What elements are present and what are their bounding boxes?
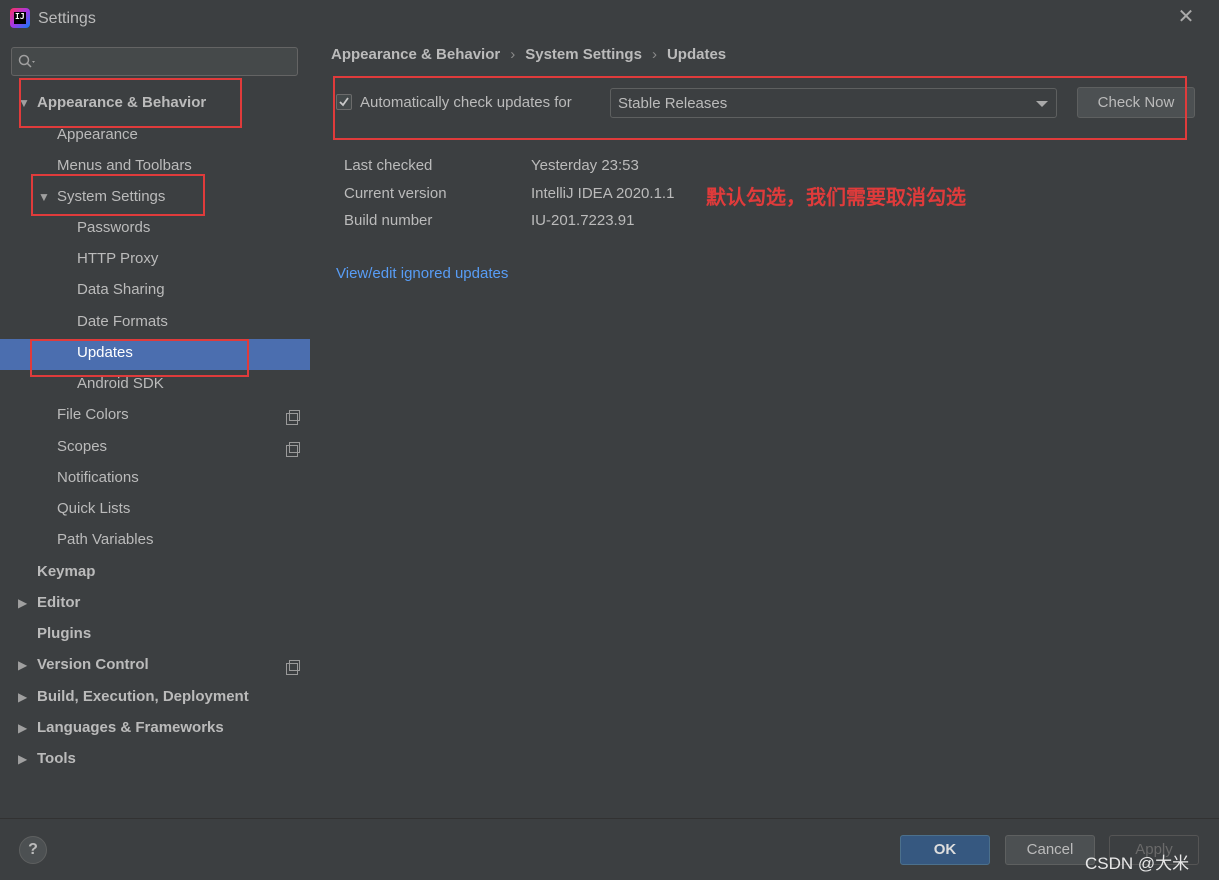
intellij-app-icon: IJ <box>10 8 30 28</box>
tree-item-http-proxy[interactable]: HTTP Proxy <box>77 244 158 274</box>
dialog-footer: ? OK Cancel Apply CSDN @大米 <box>0 818 1219 880</box>
breadcrumb: Appearance & Behavior › System Settings › Up… <box>331 46 726 63</box>
ignored-updates-link[interactable]: View/edit ignored updates <box>336 265 508 282</box>
tree-item-languages-frameworks[interactable]: Languages & Frameworks <box>37 713 224 743</box>
expand-arrow-icon[interactable]: ▶ <box>18 597 30 609</box>
tree-item-file-colors[interactable]: File Colors <box>57 400 129 430</box>
help-icon[interactable]: ? <box>19 836 47 864</box>
breadcrumb-separator-icon: › <box>510 46 516 63</box>
search-icon <box>18 54 35 68</box>
copy-icon <box>286 442 300 457</box>
tree-item-date-formats[interactable]: Date Formats <box>77 307 168 337</box>
last-checked-label: Last checked <box>344 157 433 174</box>
tree-item-keymap[interactable]: Keymap <box>37 557 95 587</box>
expand-arrow-icon[interactable]: ▶ <box>18 659 30 671</box>
tree-item-tools[interactable]: Tools <box>37 744 76 774</box>
cancel-button[interactable]: Cancel <box>1005 835 1095 865</box>
build-number-value: IU-201.7223.91 <box>531 212 635 229</box>
ok-button[interactable]: OK <box>900 835 990 865</box>
tree-item-notifications[interactable]: Notifications <box>57 463 139 493</box>
updates-panel: Appearance & Behavior › System Settings › Up… <box>311 36 1219 818</box>
annotation-box-appearance-behavior <box>19 78 242 128</box>
breadcrumb-item[interactable]: System Settings <box>525 46 642 63</box>
window-title: Settings <box>38 10 96 27</box>
tree-item-scopes[interactable]: Scopes <box>57 432 107 462</box>
search-input[interactable] <box>11 47 298 76</box>
expand-arrow-icon[interactable]: ▶ <box>18 722 30 734</box>
tree-item-path-variables[interactable]: Path Variables <box>57 525 153 555</box>
last-checked-value: Yesterday 23:53 <box>531 157 639 174</box>
tree-item-build-execution-deployment[interactable]: Build, Execution, Deployment <box>37 682 249 712</box>
expand-arrow-icon[interactable]: ▶ <box>18 691 30 703</box>
breadcrumb-item: Updates <box>666 46 727 63</box>
watermark: CSDN @大米 <box>1085 854 1190 873</box>
tree-item-editor[interactable]: Editor <box>37 588 80 618</box>
current-version-value: IntelliJ IDEA 2020.1.1 <box>531 185 675 202</box>
annotation-box-auto-check <box>333 76 1187 140</box>
copy-icon <box>286 660 300 675</box>
settings-sidebar: ▼ Appearance & Behavior Appearance Menus… <box>0 36 310 818</box>
close-icon[interactable]: ✕ <box>1175 6 1197 28</box>
current-version-label: Current version <box>344 185 447 202</box>
annotation-box-system-settings <box>31 174 205 216</box>
breadcrumb-item[interactable]: Appearance & Behavior <box>331 46 500 63</box>
annotation-box-updates <box>30 339 249 377</box>
build-number-label: Build number <box>344 212 433 229</box>
tree-item-data-sharing[interactable]: Data Sharing <box>77 275 165 305</box>
tree-item-plugins[interactable]: Plugins <box>37 619 91 649</box>
tree-item-version-control[interactable]: Version Control <box>37 650 149 680</box>
breadcrumb-separator-icon: › <box>651 46 657 63</box>
copy-icon <box>286 410 300 425</box>
annotation-text: 默认勾选，我们需要取消勾选 <box>706 187 966 209</box>
tree-item-quick-lists[interactable]: Quick Lists <box>57 494 130 524</box>
tree-item-passwords[interactable]: Passwords <box>77 213 150 243</box>
title-bar: IJ Settings ✕ <box>0 0 1219 36</box>
expand-arrow-icon[interactable]: ▶ <box>18 753 30 765</box>
